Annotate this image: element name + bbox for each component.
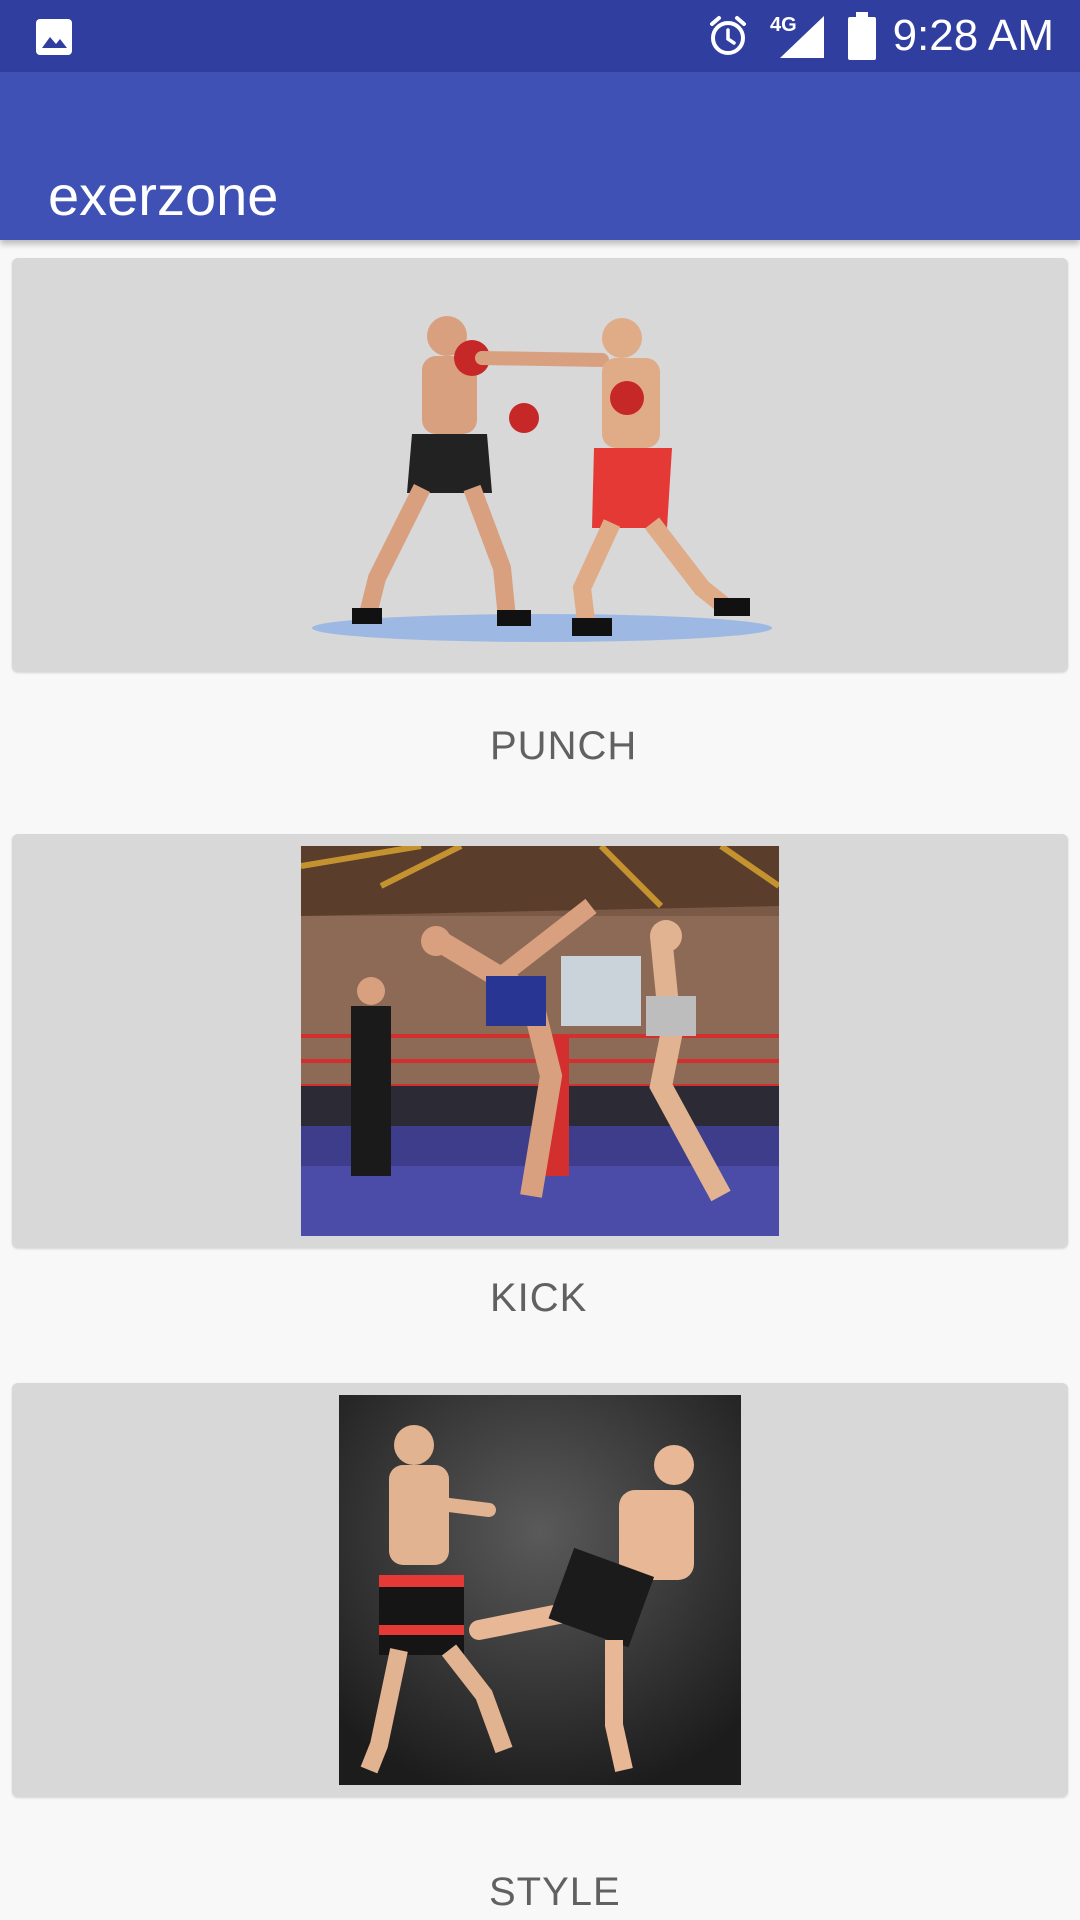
exercise-label-style: STYLE [489, 1870, 621, 1914]
app-bar: exerzone [0, 72, 1080, 240]
alarm-icon [710, 16, 746, 55]
kickboxers-studio-photo [339, 1395, 741, 1785]
status-bar: 4G 9:28 AM [0, 0, 1080, 72]
exercise-label-kick: KICK [490, 1276, 588, 1320]
kickboxers-ring-photo [301, 846, 779, 1236]
exercise-card-punch[interactable] [12, 258, 1068, 672]
image-notification-icon [36, 19, 72, 55]
signal-icon [780, 16, 824, 58]
exercise-card-style[interactable] [12, 1383, 1068, 1797]
status-time: 9:28 AM [892, 11, 1054, 60]
boxers-punching-photo [312, 316, 772, 642]
exercise-card-kick[interactable] [12, 834, 1068, 1248]
battery-icon [848, 12, 876, 60]
app-title: exerzone [48, 163, 279, 227]
exercise-label-punch: PUNCH [490, 724, 638, 768]
